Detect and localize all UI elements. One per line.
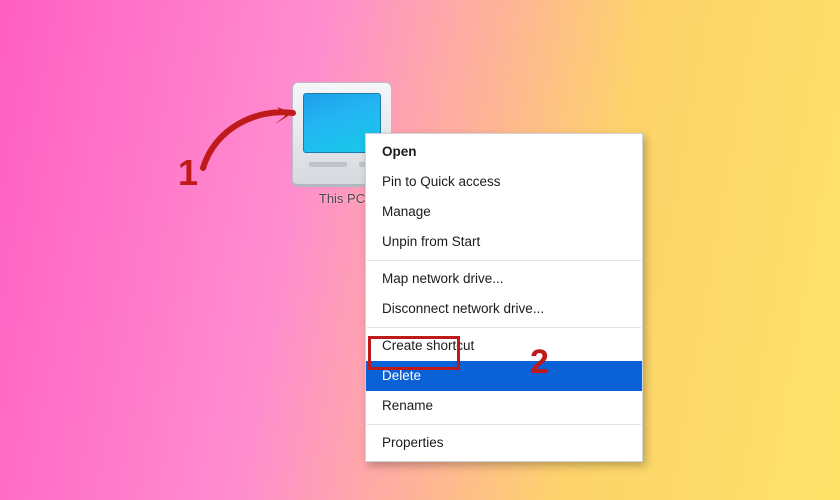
menu-item-delete[interactable]: Delete	[366, 361, 642, 391]
menu-item-properties[interactable]: Properties	[366, 428, 642, 458]
menu-separator	[367, 327, 641, 328]
menu-item-manage[interactable]: Manage	[366, 197, 642, 227]
annotation-step-2: 2	[530, 343, 549, 382]
menu-item-pin-quick-access[interactable]: Pin to Quick access	[366, 167, 642, 197]
menu-separator	[367, 424, 641, 425]
annotation-step-1: 1	[178, 152, 198, 194]
menu-item-create-shortcut[interactable]: Create shortcut	[366, 331, 642, 361]
menu-item-disconnect-network-drive[interactable]: Disconnect network drive...	[366, 294, 642, 324]
menu-separator	[367, 260, 641, 261]
context-menu: Open Pin to Quick access Manage Unpin fr…	[365, 133, 643, 462]
menu-item-rename[interactable]: Rename	[366, 391, 642, 421]
annotation-arrow-icon	[195, 100, 315, 180]
menu-item-unpin-start[interactable]: Unpin from Start	[366, 227, 642, 257]
menu-item-open[interactable]: Open	[366, 137, 642, 167]
menu-item-map-network-drive[interactable]: Map network drive...	[366, 264, 642, 294]
